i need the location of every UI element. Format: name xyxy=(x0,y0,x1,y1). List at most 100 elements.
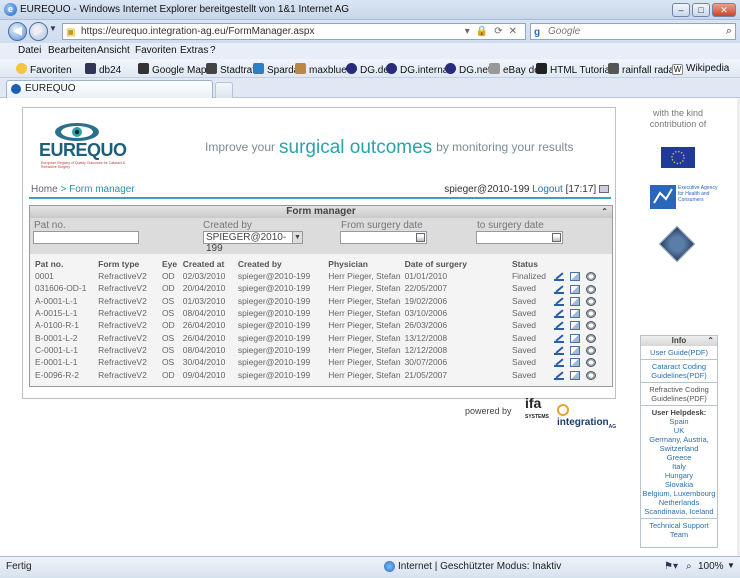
maximize-button[interactable]: □ xyxy=(692,3,710,17)
view-form-icon[interactable] xyxy=(569,333,580,343)
fav-item-dg-interna[interactable]: DG.interna xyxy=(386,63,448,76)
helpdesk-link[interactable]: Belgium, Luxembourg xyxy=(642,489,716,498)
edit-icon[interactable] xyxy=(553,272,564,282)
edit-icon[interactable] xyxy=(553,346,564,356)
fav-item-stadtrat[interactable]: Stadtrat xyxy=(206,63,255,76)
zoom-level[interactable]: 100% xyxy=(698,561,724,572)
collapse-icon[interactable]: ⌃ xyxy=(707,336,714,345)
menu-datei[interactable]: Datei xyxy=(18,45,41,56)
zoom-icon[interactable]: ⌕ xyxy=(686,561,692,572)
fav-item-dg-de[interactable]: DG.de xyxy=(346,63,389,76)
back-button[interactable]: ◀ xyxy=(8,22,27,41)
delete-icon[interactable] xyxy=(585,296,596,306)
helpdesk-link[interactable]: Scandinavia, Iceland xyxy=(642,507,716,516)
col-physician[interactable]: Physician xyxy=(326,258,402,270)
search-input[interactable]: g Google ⌕ xyxy=(530,23,736,40)
refractive-guidelines-link[interactable]: Refractive Coding Guidelines(PDF) xyxy=(649,385,709,403)
table-row[interactable]: B-0001-L-2 RefractiveV2 OS 26/04/2010 spiege… xyxy=(33,331,609,343)
menu-favoriten[interactable]: Favoriten xyxy=(135,45,177,56)
edit-icon[interactable] xyxy=(553,321,564,331)
table-row[interactable]: A-0015-L-1 RefractiveV2 OS 08/04/2010 spiege… xyxy=(33,307,609,319)
menu-ansicht[interactable]: Ansicht xyxy=(97,45,130,56)
to-date-input[interactable] xyxy=(476,231,563,244)
favorites-button[interactable]: Favoriten xyxy=(16,63,72,76)
zoom-dropdown-icon[interactable]: ▼ xyxy=(727,561,735,570)
history-dropdown-icon[interactable]: ▼ xyxy=(49,24,57,33)
address-actions[interactable]: ▾🔒⟳✕ xyxy=(465,24,523,39)
fav-item-ebay[interactable]: eBay de xyxy=(489,63,540,76)
delete-icon[interactable] xyxy=(585,309,596,319)
delete-icon[interactable] xyxy=(585,358,596,368)
table-row[interactable]: E-0001-L-1 RefractiveV2 OS 30/04/2010 spiege… xyxy=(33,356,609,368)
delete-icon[interactable] xyxy=(585,333,596,343)
delete-icon[interactable] xyxy=(585,284,596,294)
edit-icon[interactable] xyxy=(553,309,564,319)
minimize-button[interactable]: – xyxy=(672,3,690,17)
table-row[interactable]: A-0100-R-1 RefractiveV2 OD 26/04/2010 spiege… xyxy=(33,319,609,331)
address-bar[interactable]: ▣ https://eurequo.integration-ag.eu/Form… xyxy=(62,23,526,40)
fav-item-rainfall-radar[interactable]: rainfall radar xyxy=(608,63,678,76)
fav-item-db24[interactable]: db24 xyxy=(85,63,121,76)
table-row[interactable]: C-0001-L-1 RefractiveV2 OS 08/04/2010 spiege… xyxy=(33,344,609,356)
edit-icon[interactable] xyxy=(553,371,564,380)
fav-item-wikipedia[interactable]: W Wikipedia xyxy=(672,63,729,75)
col-date-of-surgery[interactable]: Date of surgery xyxy=(403,258,510,270)
search-icon[interactable]: ⌕ xyxy=(726,24,732,39)
col-created-by[interactable]: Created by xyxy=(236,258,326,270)
col-form-type[interactable]: Form type xyxy=(96,258,160,270)
collapse-icon[interactable]: ⌃ xyxy=(601,206,608,218)
breadcrumb-current[interactable]: Form manager xyxy=(69,184,135,195)
table-row[interactable]: A-0001-L-1 RefractiveV2 OS 01/03/2010 spiege… xyxy=(33,295,609,307)
user-guide-link[interactable]: User Guide(PDF) xyxy=(642,348,716,357)
edit-icon[interactable] xyxy=(553,334,564,343)
pat-no-input[interactable] xyxy=(33,231,139,244)
menu-extras[interactable]: Extras xyxy=(180,45,208,56)
delete-icon[interactable] xyxy=(585,346,596,356)
fav-item-dg-net[interactable]: DG.net xyxy=(445,63,491,76)
tab-eurequo[interactable]: EUREQUO xyxy=(6,80,213,98)
view-form-icon[interactable] xyxy=(569,284,580,294)
chevron-down-icon[interactable]: ▼ xyxy=(292,232,302,243)
cataract-guidelines-link[interactable]: Cataract Coding Guidelines(PDF) xyxy=(642,362,716,380)
helpdesk-link[interactable]: UK xyxy=(642,426,716,435)
fav-item-sparda[interactable]: Sparda xyxy=(253,63,299,76)
forward-button[interactable]: ▶ xyxy=(29,22,48,41)
menu-help[interactable]: ? xyxy=(210,45,216,56)
view-form-icon[interactable] xyxy=(569,370,580,380)
edit-icon[interactable] xyxy=(553,285,564,294)
table-row[interactable]: E-0096-R-2 RefractiveV2 OD 09/04/2010 spiege… xyxy=(33,368,609,380)
delete-icon[interactable] xyxy=(585,272,596,282)
helpdesk-link[interactable]: Germany, Austria, Switzerland xyxy=(642,435,716,453)
calendar-icon[interactable] xyxy=(416,233,425,242)
helpdesk-link[interactable]: Italy xyxy=(642,462,716,471)
protected-mode-icon[interactable]: ⚑▾ xyxy=(664,561,678,572)
tech-support-link[interactable]: Technical Support Team xyxy=(642,521,716,539)
view-form-icon[interactable] xyxy=(569,346,580,356)
fav-item-html-tutorial[interactable]: HTML Tutorial xyxy=(536,63,612,76)
menu-bearbeiten[interactable]: Bearbeiten xyxy=(48,45,96,56)
view-form-icon[interactable] xyxy=(569,321,580,331)
created-by-select[interactable]: SPIEGER@2010-199 ▼ xyxy=(203,231,303,254)
helpdesk-link[interactable]: Netherlands xyxy=(642,498,716,507)
view-form-icon[interactable] xyxy=(569,309,580,319)
from-date-input[interactable] xyxy=(340,231,427,244)
view-form-icon[interactable] xyxy=(569,272,580,282)
close-button[interactable]: ✕ xyxy=(712,3,736,17)
helpdesk-link[interactable]: Hungary xyxy=(642,471,716,480)
view-form-icon[interactable] xyxy=(569,358,580,368)
table-row[interactable]: 031606-OD-1 RefractiveV2 OD 20/04/2010 spieg… xyxy=(33,282,609,294)
helpdesk-link[interactable]: Greece xyxy=(642,453,716,462)
edit-icon[interactable] xyxy=(553,297,564,306)
logout-link[interactable]: Logout xyxy=(532,184,563,195)
col-pat-no[interactable]: Pat no. xyxy=(33,258,96,270)
delete-icon[interactable] xyxy=(585,370,596,380)
helpdesk-link[interactable]: Spain xyxy=(642,417,716,426)
col-status[interactable]: Status xyxy=(510,258,552,270)
fav-item-google-maps[interactable]: Google Maps xyxy=(138,63,211,76)
security-zone[interactable]: Internet | Geschützter Modus: Inaktiv xyxy=(398,561,561,572)
helpdesk-link[interactable]: Slovakia xyxy=(642,480,716,489)
calendar-icon[interactable] xyxy=(552,233,561,242)
col-created-at[interactable]: Created at xyxy=(181,258,236,270)
delete-icon[interactable] xyxy=(585,321,596,331)
new-tab-button[interactable] xyxy=(215,82,233,98)
